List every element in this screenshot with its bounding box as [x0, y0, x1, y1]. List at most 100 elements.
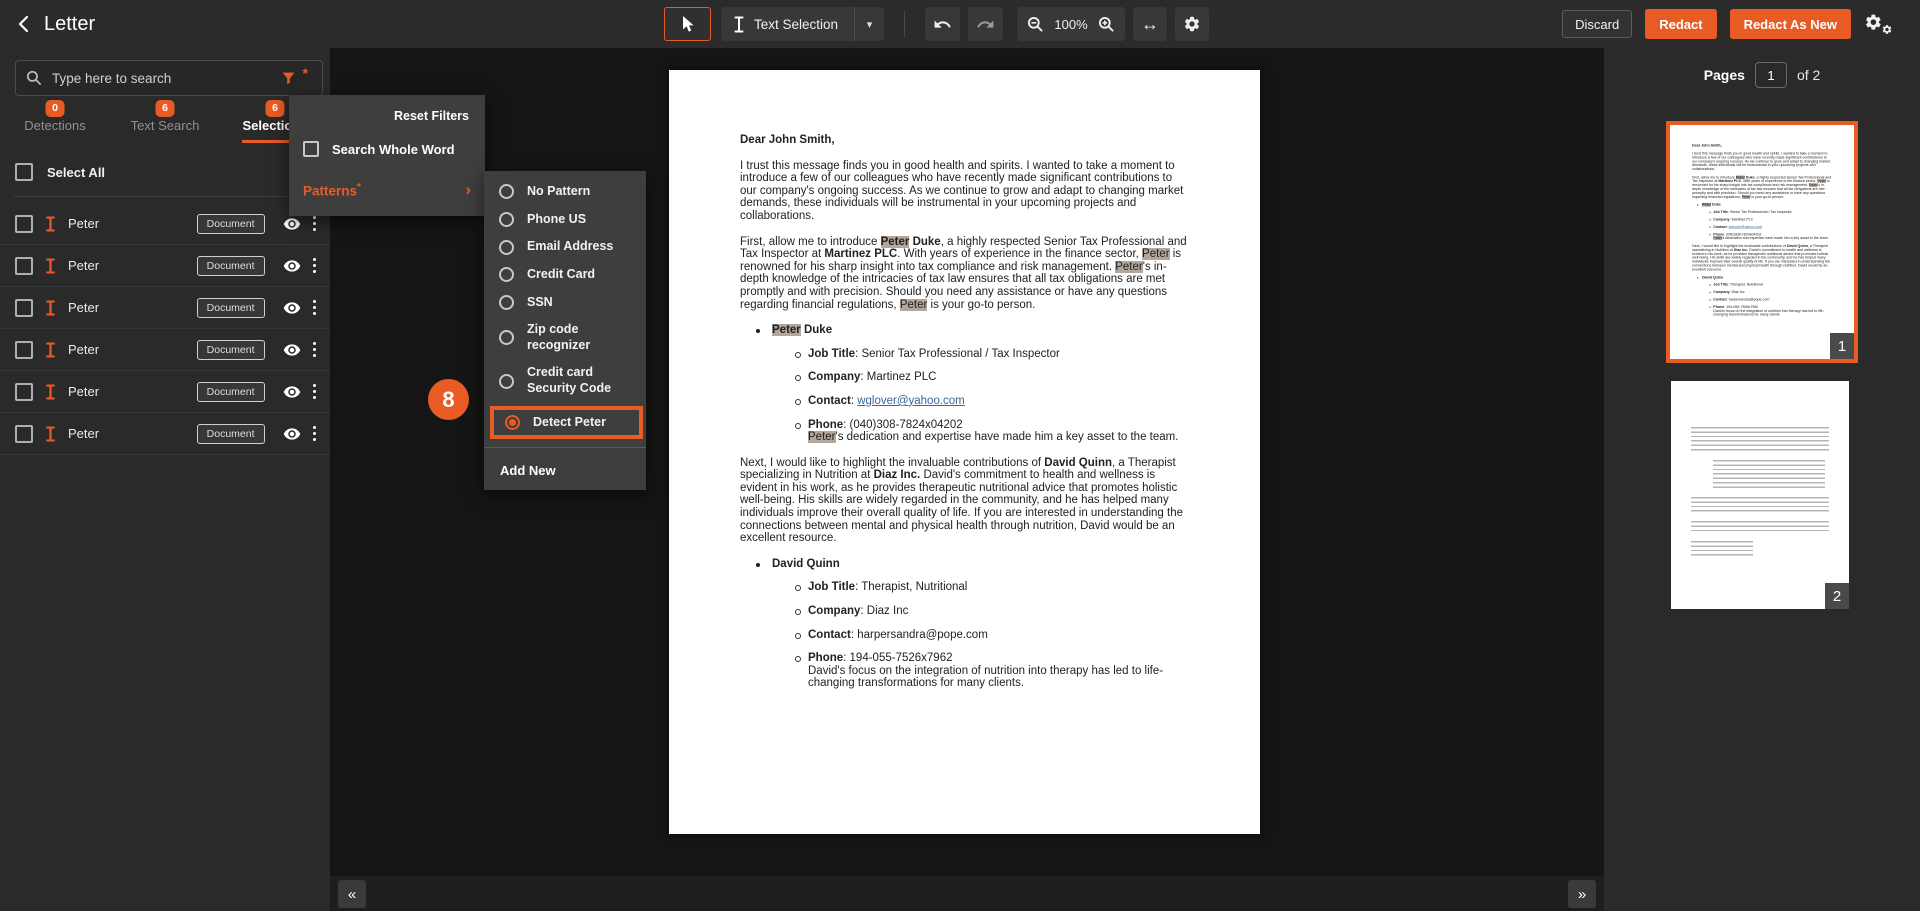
- email-link[interactable]: wglover@yahoo.com: [1729, 225, 1763, 229]
- highlighted-term[interactable]: Peter: [1115, 261, 1143, 273]
- pattern-option[interactable]: Email Address: [484, 233, 646, 261]
- chevron-right-icon: ›: [465, 180, 471, 200]
- add-new-pattern-button[interactable]: Add New: [484, 457, 646, 480]
- discard-button[interactable]: Discard: [1562, 10, 1632, 38]
- row-checkbox[interactable]: [15, 341, 33, 359]
- selection-row[interactable]: Peter Document: [0, 371, 330, 413]
- tab-badge: 6: [156, 100, 175, 117]
- radio-button[interactable]: [499, 374, 514, 389]
- letter-paragraph: First, allow me to introduce Peter Duke,…: [1692, 175, 1832, 199]
- filter-dropdown-menu: Reset Filters Search Whole Word Patterns…: [289, 95, 485, 216]
- letter-sublist: Job Title: Therapist, NutritionalCompany…: [772, 581, 1190, 690]
- pattern-option-label: Detect Peter: [533, 415, 606, 431]
- scope-badge: Document: [197, 424, 265, 444]
- radio-button[interactable]: [499, 240, 514, 255]
- zoom-in-button[interactable]: [1098, 16, 1115, 33]
- selection-row[interactable]: Peter Document: [0, 287, 330, 329]
- redact-as-new-button[interactable]: Redact As New: [1730, 9, 1851, 39]
- highlighted-term[interactable]: Peter: [1142, 248, 1170, 260]
- text-selection-type-icon: [45, 258, 56, 274]
- text-selection-button[interactable]: Text Selection: [721, 7, 854, 41]
- zoom-out-button[interactable]: [1027, 16, 1044, 33]
- row-checkbox[interactable]: [15, 383, 33, 401]
- visibility-eye-icon[interactable]: [283, 259, 301, 273]
- visibility-eye-icon[interactable]: [283, 301, 301, 315]
- search-icon: [26, 70, 42, 86]
- settings-button[interactable]: [1175, 7, 1209, 41]
- row-checkbox[interactable]: [15, 299, 33, 317]
- fit-width-button[interactable]: ↔: [1133, 7, 1167, 41]
- visibility-eye-icon[interactable]: [283, 385, 301, 399]
- selection-label: Peter: [68, 384, 185, 399]
- select-all-checkbox[interactable]: [15, 163, 33, 181]
- reset-filters-button[interactable]: Reset Filters: [289, 99, 485, 131]
- pattern-option[interactable]: SSN: [484, 289, 646, 317]
- document-page[interactable]: Dear John Smith,I trust this message fin…: [669, 70, 1260, 834]
- pattern-option[interactable]: Zip code recognizer: [484, 316, 646, 359]
- row-checkbox[interactable]: [15, 215, 33, 233]
- visibility-eye-icon[interactable]: [283, 343, 301, 357]
- text-run: Contact: [808, 629, 851, 641]
- tab-text-search[interactable]: 6 Text Search: [110, 100, 220, 143]
- highlighted-term[interactable]: Peter: [1742, 195, 1751, 199]
- pattern-option[interactable]: Credit Card: [484, 261, 646, 289]
- radio-button[interactable]: [499, 295, 514, 310]
- patterns-submenu-trigger[interactable]: Patterns* ›: [289, 167, 485, 210]
- radio-button[interactable]: [499, 184, 514, 199]
- highlighted-term[interactable]: Peter: [772, 324, 801, 336]
- text-run: Dear John Smith,: [740, 134, 835, 146]
- row-menu-kebab-icon[interactable]: [311, 340, 319, 360]
- selection-row[interactable]: Peter Document: [0, 245, 330, 287]
- pattern-option[interactable]: Credit card Security Code: [484, 359, 646, 402]
- pattern-option[interactable]: No Pattern: [484, 178, 646, 206]
- letter-paragraph: Next, I would like to highlight the inva…: [740, 457, 1190, 545]
- redact-button[interactable]: Redact: [1645, 9, 1716, 39]
- text-run: : 194-055-7526x7962: [843, 652, 952, 664]
- visibility-eye-icon[interactable]: [283, 217, 301, 231]
- radio-button[interactable]: [505, 415, 520, 430]
- cursor-tool-button[interactable]: [664, 7, 711, 41]
- letter-sublist: Job Title: Therapist, NutritionalCompany…: [1702, 283, 1832, 317]
- tab-detections[interactable]: 0 Detections: [0, 100, 110, 143]
- selection-row[interactable]: Peter Document: [0, 329, 330, 371]
- pattern-option-label: Zip code recognizer: [527, 322, 631, 353]
- collapse-right-panel-button[interactable]: »: [1568, 880, 1596, 908]
- list-item-title: David Quinn: [772, 558, 1190, 571]
- radio-button[interactable]: [499, 267, 514, 282]
- highlighted-term[interactable]: Peter: [1713, 236, 1722, 240]
- row-menu-kebab-icon[interactable]: [311, 424, 319, 444]
- row-menu-kebab-icon[interactable]: [311, 214, 319, 234]
- row-checkbox[interactable]: [15, 257, 33, 275]
- whole-word-checkbox[interactable]: [303, 141, 319, 157]
- page-thumbnail-2[interactable]: 2: [1671, 381, 1849, 609]
- back-button[interactable]: [16, 15, 32, 33]
- search-input[interactable]: [52, 71, 270, 86]
- selection-row[interactable]: Peter Document: [0, 413, 330, 455]
- collapse-left-panel-button[interactable]: «: [338, 880, 366, 908]
- highlighted-term[interactable]: Peter: [808, 431, 836, 443]
- redo-button[interactable]: [968, 7, 1003, 41]
- page-thumbnail-1[interactable]: Dear John Smith,I trust this message fin…: [1666, 121, 1858, 363]
- pattern-option[interactable]: Detect Peter: [490, 406, 643, 440]
- radio-button[interactable]: [499, 212, 514, 227]
- highlighted-term[interactable]: Peter: [881, 236, 910, 248]
- text-selection-caret[interactable]: ▾: [854, 7, 884, 41]
- filter-active-indicator: *: [303, 65, 308, 81]
- advanced-settings-button[interactable]: [1864, 12, 1892, 36]
- visibility-eye-icon[interactable]: [283, 427, 301, 441]
- filter-funnel-icon[interactable]: [280, 70, 297, 86]
- current-page-input[interactable]: [1755, 62, 1787, 88]
- email-link[interactable]: wglover@yahoo.com: [857, 395, 965, 407]
- search-whole-word-option[interactable]: Search Whole Word: [289, 131, 485, 167]
- letter-sublist-item: Contact: wglover@yahoo.com: [772, 395, 1190, 408]
- highlighted-term[interactable]: Peter: [1702, 203, 1711, 207]
- row-checkbox[interactable]: [15, 425, 33, 443]
- selection-row[interactable]: Peter Document: [0, 203, 330, 245]
- row-menu-kebab-icon[interactable]: [311, 256, 319, 276]
- pattern-option[interactable]: Phone US: [484, 206, 646, 234]
- row-menu-kebab-icon[interactable]: [311, 382, 319, 402]
- row-menu-kebab-icon[interactable]: [311, 298, 319, 318]
- undo-button[interactable]: [925, 7, 960, 41]
- highlighted-term[interactable]: Peter: [900, 299, 928, 311]
- radio-button[interactable]: [499, 330, 514, 345]
